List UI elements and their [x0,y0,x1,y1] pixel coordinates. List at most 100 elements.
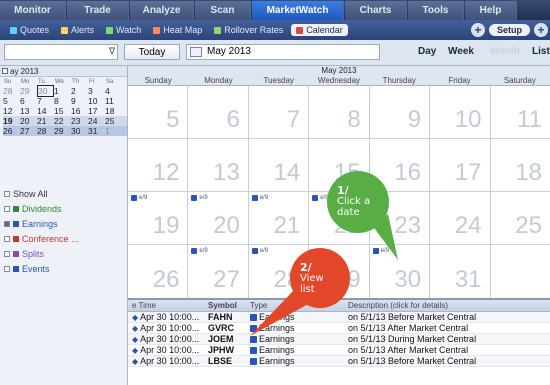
mini-day[interactable]: 3 [88,86,105,96]
list-row[interactable]: ◆ Apr 30 10:00... FAHN Earnings on 5/1/13… [128,312,550,323]
date-field[interactable]: May 2013 [186,44,380,60]
row-description[interactable]: on 5/1/13 After Market Central [348,345,550,355]
row-description[interactable]: on 5/1/13 During Market Central [348,334,550,344]
calendar-day[interactable]: 5 [128,86,189,138]
mini-day[interactable]: 22 [54,116,71,126]
tab-charts[interactable]: Charts [345,1,407,20]
filter-dividends[interactable]: Dividends [0,201,128,216]
filter-earnings[interactable]: Earnings [0,216,128,231]
calendar-day[interactable]: e/9 27 [188,245,249,298]
mini-day[interactable]: 25 [105,116,122,126]
row-description[interactable]: on 5/1/13 Before Market Central [348,312,550,322]
row-description[interactable]: on 5/1/13 Before Market Central [348,356,550,366]
list-row[interactable]: ◆ Apr 30 10:00... GVRC Earnings on 5/1/13… [128,323,550,334]
mini-day[interactable]: 27 [20,126,37,136]
filter-show-all[interactable]: Show All [0,186,128,201]
mini-day[interactable]: 8 [54,96,71,106]
checkbox[interactable] [4,190,10,197]
mini-day[interactable]: 12 [3,106,20,116]
list-row[interactable]: ◆ Apr 30 10:00... LBSE Earnings on 5/1/13… [128,356,550,367]
list-row[interactable]: ◆ Apr 30 10:00... JOEM Earnings on 5/1/13… [128,334,550,345]
checkbox[interactable] [4,265,10,272]
dropdown-arrow-icon[interactable]: ∇ [109,46,115,57]
event-marker[interactable]: e/9 [372,248,389,254]
checkbox[interactable] [4,250,10,257]
calendar-day[interactable]: 9 [370,86,431,138]
subnav-heat-map[interactable]: Heat Map [149,25,206,35]
tab-scan[interactable]: Scan [195,1,251,20]
calendar-day[interactable]: 26 [128,245,189,298]
mini-day[interactable]: 31 [88,126,105,136]
tab-help[interactable]: Help [465,1,517,20]
calendar-day[interactable]: e/9 19 [128,192,189,244]
mini-day[interactable]: 16 [71,106,88,116]
filter-events[interactable]: Events [0,261,128,276]
mini-day[interactable]: 1 [54,86,71,96]
tab-analyze[interactable]: Analyze [130,1,194,20]
mini-day[interactable]: 29 [54,126,71,136]
calendar-day[interactable]: 18 [491,139,550,191]
calendar-day[interactable]: 8 [309,86,370,138]
tab-tools[interactable]: Tools [408,1,464,20]
mini-day[interactable]: 11 [105,96,122,106]
mini-day[interactable]: 29 [20,86,37,96]
calendar-day[interactable]: 24 [430,192,491,244]
mini-day[interactable]: 18 [105,106,122,116]
event-marker[interactable]: e/9 [131,195,147,201]
symbol-input[interactable]: ∇ [4,44,118,60]
mini-day[interactable]: 23 [71,116,88,126]
event-marker[interactable]: e/9 [251,248,268,254]
mini-day[interactable]: 20 [20,116,37,126]
subnav-calendar[interactable]: Calendar [291,24,348,36]
event-marker[interactable]: e/9 [191,248,208,254]
mini-day[interactable]: 1 [105,126,122,136]
calendar-day[interactable]: 14 [249,139,310,191]
checkbox[interactable] [4,235,10,242]
col-time[interactable]: e Time [128,301,208,310]
calendar-day[interactable]: 6 [188,86,249,138]
view-day-button[interactable]: Day [418,46,436,57]
calendar-day[interactable]: e/9 30 [370,245,431,298]
mini-day[interactable]: 28 [37,126,54,136]
calendar-icon[interactable] [190,47,202,57]
today-button[interactable]: Today [124,44,180,60]
mini-day[interactable]: 26 [3,126,20,136]
calendar-day[interactable]: 31 [430,245,491,298]
calendar-day[interactable]: 12 [128,139,189,191]
event-marker[interactable]: e/9 [251,195,268,201]
mini-day[interactable]: 2 [71,86,88,96]
calendar-day[interactable]: 17 [430,139,491,191]
mini-day[interactable]: 19 [3,116,20,126]
mini-day[interactable]: 24 [88,116,105,126]
calendar-day[interactable]: 7 [249,86,310,138]
mini-day[interactable]: 21 [37,116,54,126]
mini-day[interactable]: 15 [54,106,71,116]
filter-conference[interactable]: Conference ... [0,231,128,246]
mini-day[interactable]: 13 [20,106,37,116]
subnav-rollover-rates[interactable]: Rollover Rates [210,25,287,35]
calendar-day[interactable]: 10 [430,86,491,138]
list-row[interactable]: ◆ Apr 30 10:00... JPHW Earnings on 5/1/13… [128,345,550,356]
view-week-button[interactable]: Week [448,46,474,57]
event-marker[interactable]: e/9 [191,195,208,201]
setup-button[interactable]: Setup [488,24,530,36]
checkbox[interactable] [4,205,10,212]
add-icon[interactable]: + [470,23,485,37]
col-symbol[interactable]: Symbol [208,301,250,310]
mini-day[interactable]: 4 [105,86,122,96]
mini-day[interactable]: 5 [3,96,20,106]
mini-day[interactable]: 6 [20,96,37,106]
row-description[interactable]: on 5/1/13 After Market Central [348,323,550,333]
tab-trade[interactable]: Trade [67,1,129,20]
mini-day[interactable]: 14 [37,106,54,116]
mini-day[interactable]: 10 [88,96,105,106]
more-icon[interactable]: + [534,23,548,37]
calendar-day[interactable]: 25 [491,192,550,244]
mini-day[interactable]: 9 [71,96,88,106]
col-description[interactable]: Description (click for details) [348,301,550,310]
view-month-button[interactable]: Month [490,46,520,57]
subnav-quotes[interactable]: Quotes [6,25,53,35]
mini-day[interactable]: 30 [71,126,88,136]
view-list-button[interactable]: List [532,46,550,57]
subnav-watch[interactable]: Watch [102,25,145,35]
